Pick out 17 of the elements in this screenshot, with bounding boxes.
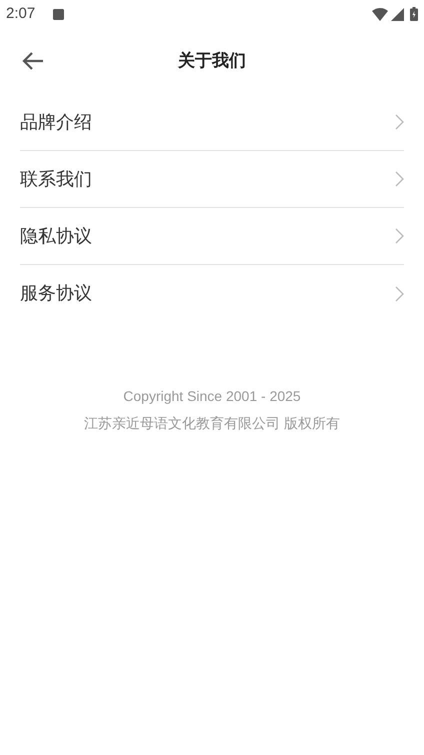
menu-item[interactable]: 联系我们 xyxy=(20,151,404,208)
copyright-text: Copyright Since 2001 - 2025 xyxy=(123,387,301,406)
wifi-icon xyxy=(372,8,388,20)
chevron-right-icon xyxy=(395,286,404,302)
battery-icon xyxy=(410,7,418,21)
chevron-right-icon xyxy=(395,114,404,130)
chevron-right-icon xyxy=(395,171,404,187)
page-title: 关于我们 xyxy=(178,50,246,72)
company-text: 江苏亲近母语文化教育有限公司 版权所有 xyxy=(84,414,340,433)
status-time: 2:07 xyxy=(6,4,36,24)
menu-item[interactable]: 隐私协议 xyxy=(20,208,404,265)
chevron-right-icon xyxy=(395,228,404,244)
signal-icon xyxy=(391,8,404,20)
back-arrow-icon xyxy=(22,52,44,70)
notification-icon xyxy=(53,8,64,20)
menu-item[interactable]: 服务协议 xyxy=(20,265,404,322)
menu-item[interactable]: 品牌介绍 xyxy=(20,94,404,151)
